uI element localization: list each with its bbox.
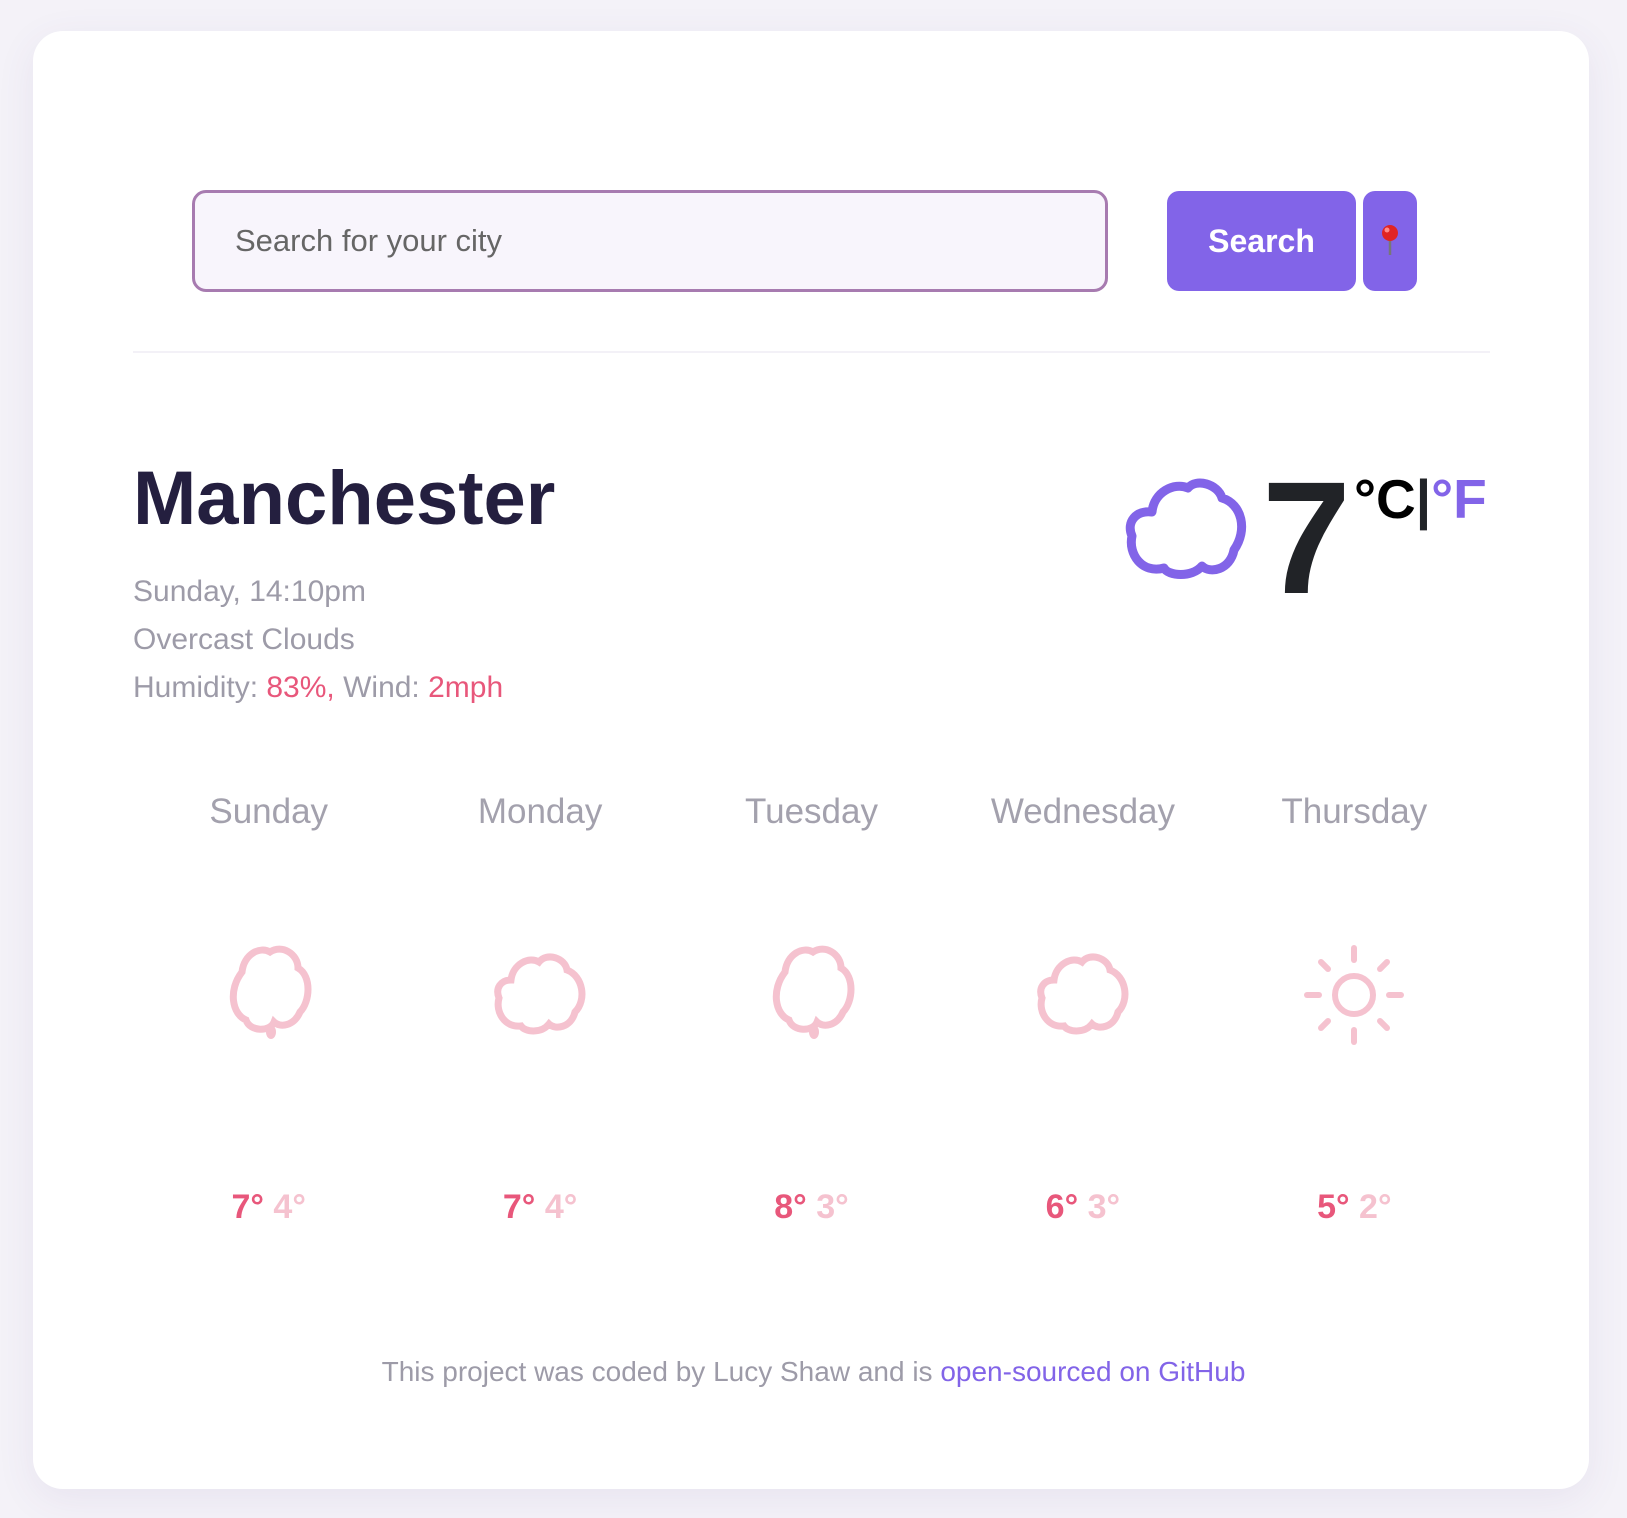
sun-icon	[1304, 945, 1405, 1045]
forecast-day: Thursday 5° 2°	[1219, 790, 1490, 1250]
current-location-button[interactable]	[1363, 191, 1417, 291]
search-button[interactable]: Search	[1167, 191, 1356, 291]
forecast-high: 7°	[502, 1188, 536, 1226]
footer-text: This project was coded by Lucy Shaw and …	[381, 1356, 941, 1387]
forecast-row: Sunday 7° 4° Monday 7° 4° Tuesday 8° 3° …	[133, 790, 1490, 1250]
forecast-day-name: Wednesday	[990, 792, 1176, 831]
cloud-icon	[1125, 478, 1247, 579]
wind-value: 2mph	[428, 671, 504, 704]
forecast-low: 3°	[1087, 1188, 1121, 1226]
drizzle-cloud-icon	[772, 945, 855, 1039]
unit-separator: |	[1415, 468, 1432, 530]
humidity-value: 83%,	[266, 671, 335, 704]
wind-label: Wind:	[334, 671, 429, 704]
footer: This project was coded by Lucy Shaw and …	[0, 1356, 1627, 1388]
humidity-wind: Humidity: 83%, Wind: 2mph	[133, 671, 503, 705]
forecast-day: Wednesday 6° 3°	[947, 790, 1218, 1250]
forecast-low: 2°	[1359, 1188, 1392, 1226]
weather-description: Overcast Clouds	[133, 623, 355, 656]
unit-toggle: °C|°F	[1354, 472, 1487, 527]
forecast-temps: 7° 4°	[133, 1188, 404, 1227]
forecast-temps: 8° 3°	[676, 1188, 947, 1227]
github-link[interactable]: open-sourced on GitHub	[940, 1356, 1245, 1387]
city-search-input[interactable]	[192, 190, 1108, 292]
forecast-day-name: Monday	[477, 792, 603, 831]
forecast-high: 6°	[1045, 1188, 1079, 1226]
forecast-temps: 6° 3°	[947, 1188, 1218, 1227]
forecast-day: Sunday 7° 4°	[133, 790, 404, 1250]
forecast-day-name: Thursday	[1281, 792, 1428, 831]
drizzle-cloud-icon	[229, 945, 312, 1039]
forecast-high: 7°	[231, 1188, 264, 1226]
forecast-temps: 5° 2°	[1219, 1188, 1490, 1227]
cloud-icon	[1037, 953, 1129, 1035]
divider	[133, 351, 1490, 353]
forecast-high: 5°	[1317, 1188, 1350, 1226]
forecast-temps: 7° 4°	[404, 1188, 675, 1227]
forecast-day-name: Tuesday	[745, 792, 878, 831]
celsius-link[interactable]: °C	[1354, 468, 1416, 530]
forecast-day: Tuesday 8° 3°	[676, 790, 947, 1250]
forecast-low: 4°	[544, 1188, 578, 1226]
forecast-low: 3°	[816, 1188, 849, 1226]
round-pushpin-icon	[1382, 225, 1398, 255]
current-temperature: 7	[1262, 448, 1351, 627]
humidity-label: Humidity:	[133, 671, 267, 704]
cloud-icon	[494, 953, 586, 1035]
fahrenheit-link[interactable]: °F	[1431, 468, 1487, 530]
forecast-high: 8°	[774, 1188, 807, 1226]
forecast-low: 4°	[273, 1188, 306, 1226]
forecast-day-name: Sunday	[209, 792, 329, 831]
forecast-day: Monday 7° 4°	[404, 790, 675, 1250]
city-name: Manchester	[133, 456, 556, 541]
date-time: Sunday, 14:10pm	[133, 575, 366, 608]
